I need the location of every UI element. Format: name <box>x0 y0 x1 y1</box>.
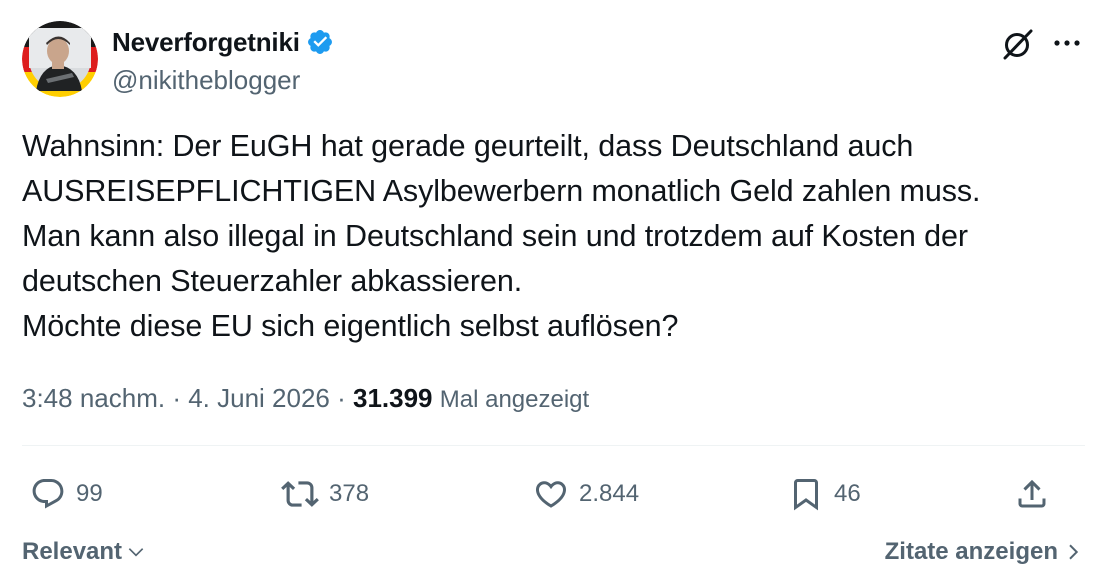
bookmark-button[interactable]: 46 <box>788 474 861 514</box>
share-icon <box>1018 479 1046 508</box>
tweet-time[interactable]: 3:48 nachm. <box>22 383 165 413</box>
heart-icon <box>535 481 567 508</box>
chevron-right-icon <box>1069 544 1079 560</box>
avatar[interactable] <box>22 21 98 97</box>
tweet-line: Wahnsinn: Der EuGH hat gerade geurteilt,… <box>22 129 914 163</box>
view-quotes-link[interactable]: Zitate anzeigen <box>885 535 1082 569</box>
tweet-line: AUSREISEPFLICHTIGEN Asylbewerbern monatl… <box>22 174 981 208</box>
tweet-meta: 3:48 nachm. · 4. Juni 2026 · 31.399 Mal … <box>22 380 589 418</box>
retweet-count: 378 <box>329 480 370 507</box>
chevron-down-icon <box>128 548 144 557</box>
share-button[interactable] <box>1014 474 1050 514</box>
views-count: 31.399 <box>352 383 433 413</box>
tweet-line: deutschen Steuerzahler abkassieren. <box>22 264 523 298</box>
divider <box>22 445 1085 446</box>
tweet-line: Man kann also illegal in Deutschland sei… <box>22 219 968 253</box>
quotes-label: Zitate anzeigen <box>884 538 1058 565</box>
tweet-line: Möchte diese EU sich eigentlich selbst a… <box>22 309 679 343</box>
bookmark-icon <box>794 479 818 511</box>
reply-count: 99 <box>76 480 103 507</box>
grok-icon[interactable] <box>1001 27 1035 61</box>
meta-separator: · <box>329 383 353 413</box>
author-handle[interactable]: @nikitheblogger <box>112 64 300 96</box>
bookmark-count: 46 <box>834 480 861 507</box>
like-count: 2.844 <box>579 480 640 507</box>
tweet-date[interactable]: 4. Juni 2026 <box>188 383 330 413</box>
profile-photo <box>22 21 98 97</box>
like-button[interactable]: 2.844 <box>533 474 639 514</box>
meta-separator: · <box>165 383 189 413</box>
author-name-row: Neverforgetniki <box>112 26 334 58</box>
retweet-icon <box>281 481 319 507</box>
more-dots-icon[interactable] <box>1052 30 1082 56</box>
author-display-name[interactable]: Neverforgetniki <box>112 26 300 58</box>
verified-badge-icon[interactable] <box>306 28 334 56</box>
retweet-button[interactable]: 378 <box>281 474 369 514</box>
reply-icon <box>32 479 64 509</box>
tweet-text: Wahnsinn: Der EuGH hat gerade geurteilt,… <box>22 124 1092 349</box>
sort-replies-dropdown[interactable]: Relevant <box>22 535 146 569</box>
reply-button[interactable]: 99 <box>30 474 103 514</box>
sort-label: Relevant <box>22 538 123 565</box>
views-label: Mal angezeigt <box>439 386 590 413</box>
